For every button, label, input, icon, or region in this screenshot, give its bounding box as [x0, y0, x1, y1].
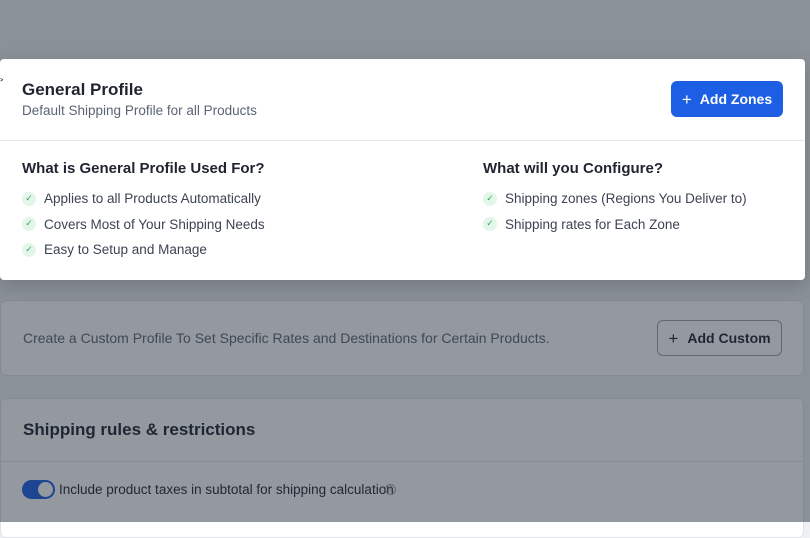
profile-usage-column: What is General Profile Used For? ✓ Appl… — [22, 160, 265, 263]
add-zones-label: Add Zones — [699, 91, 773, 107]
list-item-label: Shipping zones (Regions You Deliver to) — [505, 191, 747, 207]
collapse-chevron-icon[interactable]: ˃ — [0, 77, 5, 90]
general-profile-modal: ˃ General Profile Default Shipping Profi… — [0, 59, 805, 280]
profile-usage-heading: What is General Profile Used For? — [22, 160, 265, 177]
add-zones-button[interactable]: + Add Zones — [671, 81, 783, 117]
check-icon: ✓ — [483, 191, 497, 206]
plus-icon: + — [681, 89, 692, 109]
list-item: ✓ Shipping rates for Each Zone — [483, 212, 747, 238]
modal-subtitle: Default Shipping Profile for all Product… — [22, 103, 257, 118]
list-item-label: Applies to all Products Automatically — [44, 191, 261, 207]
list-item-label: Easy to Setup and Manage — [44, 242, 207, 258]
configure-column: What will you Configure? ✓ Shipping zone… — [483, 160, 747, 237]
list-item-label: Covers Most of Your Shipping Needs — [44, 216, 265, 232]
list-item: ✓ Shipping zones (Regions You Deliver to… — [483, 186, 747, 212]
configure-heading: What will you Configure? — [483, 160, 663, 177]
check-icon: ✓ — [22, 217, 36, 232]
list-item: ✓ Covers Most of Your Shipping Needs — [22, 212, 265, 238]
divider — [0, 140, 805, 141]
list-item: ✓ Easy to Setup and Manage — [22, 237, 265, 263]
check-icon: ✓ — [483, 217, 497, 232]
list-item: ✓ Applies to all Products Automatically — [22, 186, 265, 212]
modal-title: General Profile — [22, 80, 143, 99]
list-item-label: Shipping rates for Each Zone — [505, 216, 680, 232]
check-icon: ✓ — [22, 242, 36, 257]
check-icon: ✓ — [22, 191, 36, 206]
